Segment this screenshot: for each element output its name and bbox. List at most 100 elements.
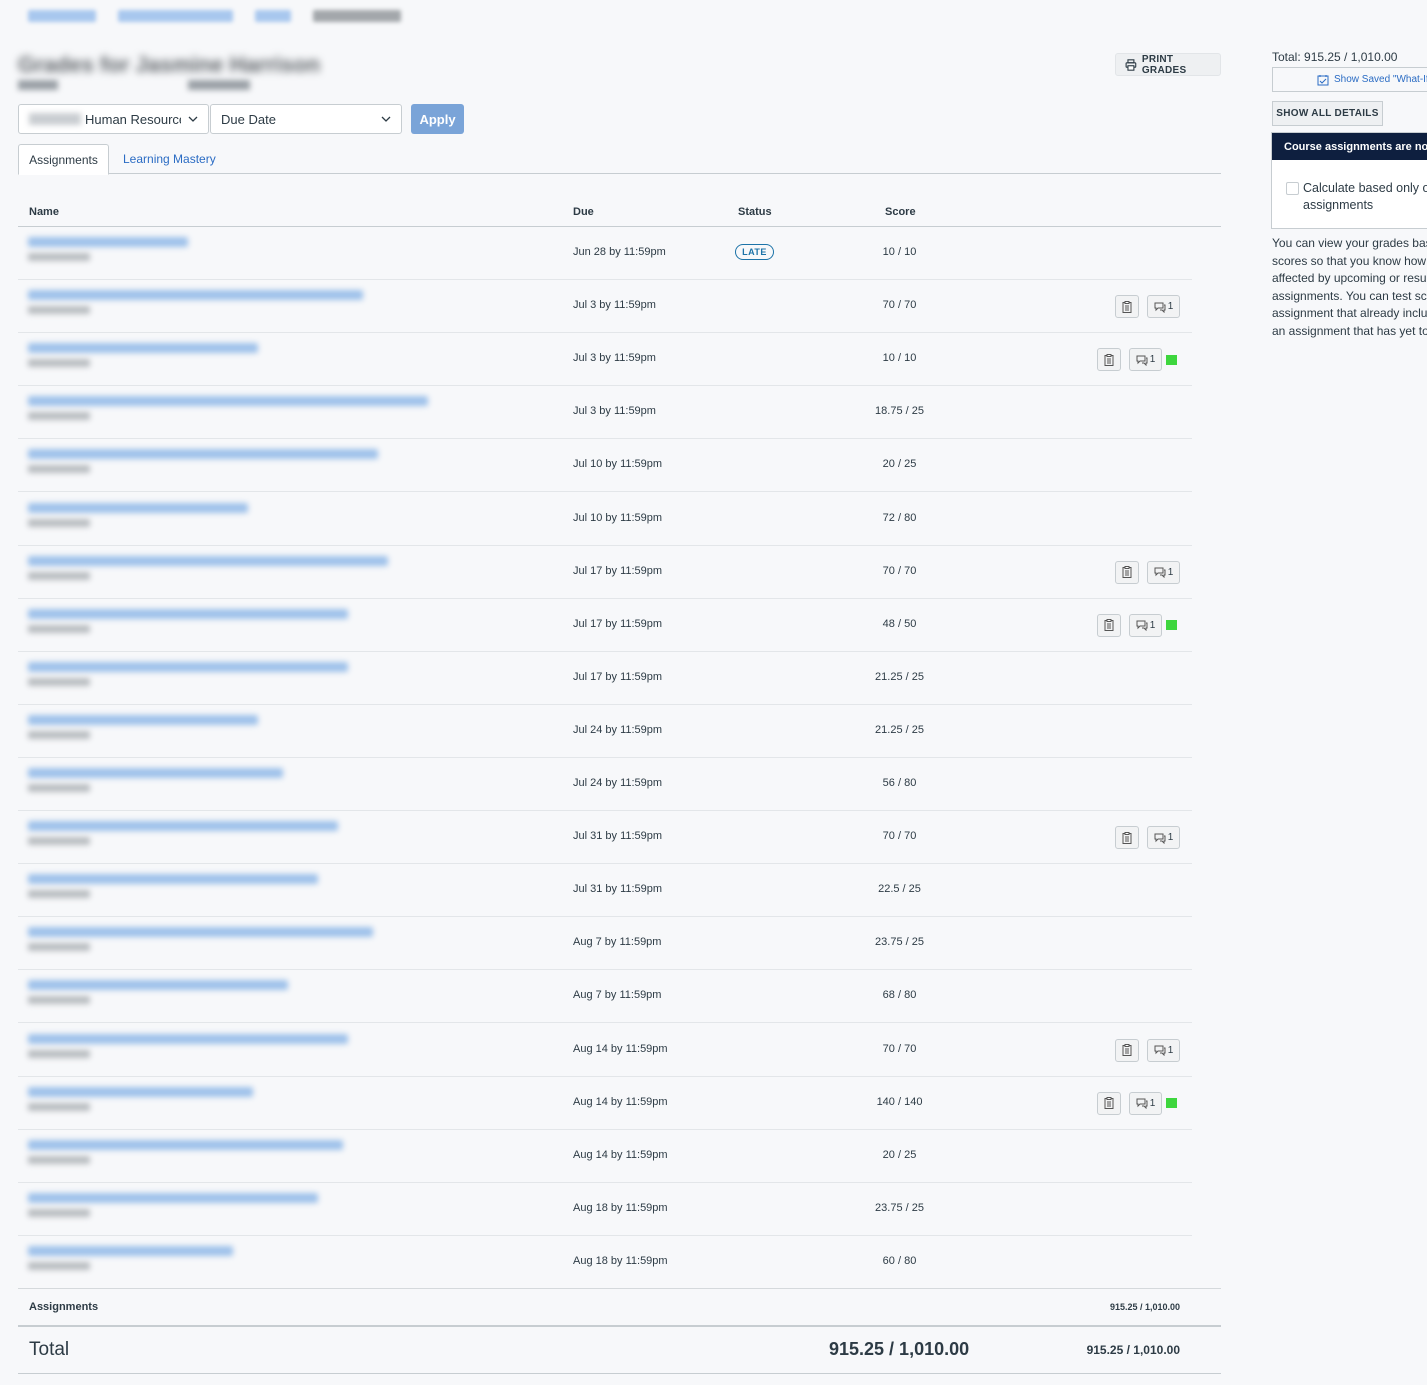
assignment-name[interactable] [28,927,468,961]
assignment-name[interactable] [28,449,468,483]
assignment-link[interactable] [28,1245,233,1256]
breadcrumb-link[interactable] [255,10,291,22]
table-row: Aug 18 by 11:59pm 23.75 / 25 [18,1183,1192,1236]
score: 10 / 10 [882,246,917,258]
comments-button[interactable]: 1 [1147,295,1180,319]
print-grades-button[interactable]: PRINT GRADES [1115,53,1221,76]
breadcrumb-current [313,10,401,22]
comments-button[interactable]: 1 [1147,826,1180,850]
comment-count: 1 [1149,1097,1156,1109]
breadcrumb-link[interactable] [118,10,233,22]
assignment-name[interactable] [28,502,468,537]
assignment-name[interactable] [28,237,468,271]
page-title: Grades for Jasmine Harrison [18,52,321,77]
rubric-icon [1104,619,1114,632]
assignment-name[interactable] [28,821,468,855]
assignment-name[interactable] [28,1245,468,1280]
tab-learning-mastery[interactable]: Learning Mastery [123,144,216,174]
assignment-link[interactable] [28,980,288,991]
rubric-button[interactable] [1097,1091,1121,1115]
assignment-group [28,837,90,846]
assignment-link[interactable] [28,343,258,354]
assignment-link[interactable] [28,1192,318,1203]
assignment-name[interactable] [28,1086,468,1121]
comments-button[interactable]: 1 [1147,1038,1180,1062]
comments-button[interactable]: 1 [1129,613,1162,637]
sort-select[interactable]: Due Date [210,104,402,134]
assignment-name[interactable] [28,608,468,643]
assignment-group [28,890,90,899]
calculate-graded-only-checkbox[interactable] [1286,182,1299,195]
rubric-button[interactable] [1115,295,1139,319]
due-date: Aug 7 by 11:59pm [573,936,662,949]
due-date: Jul 17 by 11:59pm [573,670,663,683]
comment-icon [1154,302,1166,313]
assignment-name[interactable] [28,980,468,1014]
panel-header: Course assignments are not [1272,133,1427,160]
assignment-name[interactable] [28,661,468,696]
rubric-button[interactable] [1097,348,1121,372]
assignment-link[interactable] [28,661,348,672]
rubric-button[interactable] [1115,560,1139,584]
table-row: Jul 3 by 11:59pm 18.75 / 25 [18,386,1192,440]
breadcrumb-link[interactable] [28,10,96,22]
column-header-status[interactable]: Status [738,206,772,218]
table-row: Jul 17 by 11:59pm 70 / 70 1 [18,546,1192,599]
apply-button[interactable]: Apply [411,104,464,134]
assignment-link[interactable] [28,555,388,566]
show-all-details-button[interactable]: SHOW ALL DETAILS [1272,101,1383,126]
assignment-link[interactable] [28,396,428,407]
calculation-panel: Course assignments are not Calculate bas… [1271,132,1427,229]
assignment-link[interactable] [28,768,283,778]
comments-button[interactable]: 1 [1129,1091,1162,1115]
rubric-icon [1122,566,1132,579]
assignment-link[interactable] [28,290,363,301]
assignment-group [28,253,90,261]
chevron-down-icon [381,116,391,122]
comments-button[interactable]: 1 [1147,560,1180,584]
assignment-link[interactable] [28,237,188,247]
rubric-button[interactable] [1115,1038,1139,1062]
show-saved-whatif-button[interactable]: Show Saved "What-If" [1272,67,1427,92]
assignment-link[interactable] [28,1033,348,1044]
assignment-link[interactable] [28,874,318,885]
assignment-name[interactable] [28,714,468,749]
assignment-name[interactable] [28,555,468,590]
table-row: Jul 31 by 11:59pm 22.5 / 25 [18,864,1192,918]
due-date: Jul 10 by 11:59pm [573,458,663,471]
total-score: 915.25 / 1,010.00 [829,1339,970,1359]
row-actions: 1 [1097,1091,1177,1115]
assignment-link[interactable] [28,821,338,832]
assignment-name[interactable] [28,768,468,802]
group-label: Assignments [29,1301,99,1313]
assignment-link[interactable] [28,608,348,619]
assignment-name[interactable] [28,396,468,430]
student-course-info [18,80,250,90]
assignment-link[interactable] [28,714,258,725]
tab-bar: Assignments Learning Mastery [18,144,1221,175]
assignment-group [28,996,90,1005]
comment-icon [1154,833,1166,844]
checkbox-label[interactable]: Calculate based only o assignments [1303,180,1427,214]
tab-assignments[interactable]: Assignments [18,144,109,175]
column-header-due[interactable]: Due [573,206,594,218]
assignment-name[interactable] [28,1033,468,1068]
whatif-note: You can view your grades base scores so … [1272,235,1427,340]
rubric-button[interactable] [1097,613,1121,637]
comments-button[interactable]: 1 [1129,348,1162,372]
rubric-button[interactable] [1115,826,1139,850]
assignment-name[interactable] [28,1192,468,1227]
column-header-score[interactable]: Score [885,206,916,218]
assignment-name[interactable] [28,1139,468,1174]
course-select[interactable]: Human Resource [18,104,209,134]
assignment-link[interactable] [28,927,373,938]
assignment-link[interactable] [28,502,248,513]
assignment-link[interactable] [28,449,378,460]
column-header-name[interactable]: Name [29,206,59,218]
assignment-name[interactable] [28,343,468,377]
assignment-name[interactable] [28,874,468,908]
assignment-link[interactable] [28,1086,253,1097]
chevron-down-icon [188,116,198,122]
assignment-link[interactable] [28,1139,343,1150]
assignment-name[interactable] [28,290,468,324]
